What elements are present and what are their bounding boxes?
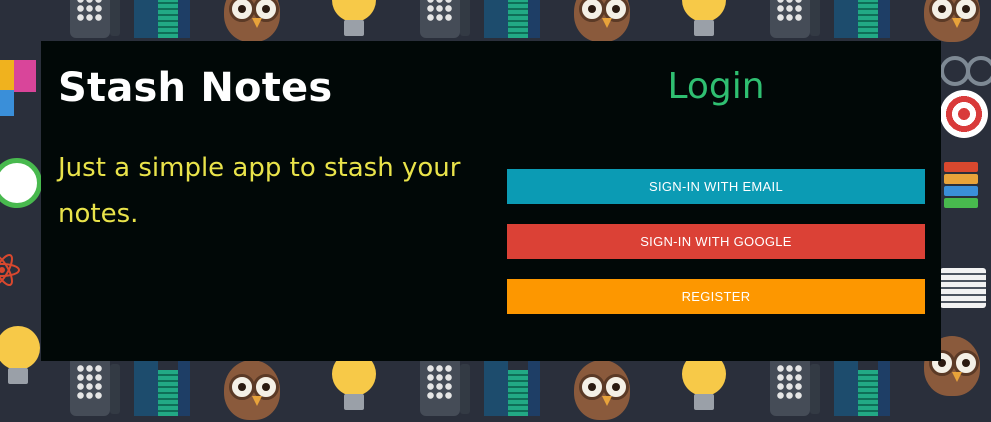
login-panel: Login Sign-in with Email Sign-in with Go… — [507, 63, 925, 314]
light-bulb-icon — [672, 352, 736, 416]
intro-panel: Stash Notes Just a simple app to stash y… — [58, 61, 488, 237]
phone-icon — [412, 0, 476, 42]
phone-icon — [412, 356, 476, 420]
sign-in-google-button[interactable]: Sign-in with Google — [507, 224, 925, 259]
owl-icon — [570, 0, 634, 44]
sign-in-email-button[interactable]: Sign-in with Email — [507, 169, 925, 204]
owl-icon — [220, 358, 284, 422]
city-icon — [128, 356, 192, 420]
login-card: Stash Notes Just a simple app to stash y… — [41, 41, 941, 361]
phone-icon — [762, 356, 826, 420]
city-icon — [478, 356, 542, 420]
register-button[interactable]: Register — [507, 279, 925, 314]
city-icon — [478, 0, 542, 42]
login-heading: Login — [667, 66, 765, 107]
phone-icon — [62, 0, 126, 42]
owl-icon — [920, 0, 984, 44]
target-icon — [936, 86, 991, 150]
owl-icon — [570, 358, 634, 422]
phone-icon — [62, 356, 126, 420]
light-bulb-icon — [672, 0, 736, 42]
app-tagline: Just a simple app to stash your notes. — [58, 153, 461, 229]
newspaper-icon — [936, 262, 991, 326]
city-icon — [828, 356, 892, 420]
owl-icon — [220, 0, 284, 44]
city-icon — [828, 0, 892, 42]
app-title: Stash Notes — [58, 65, 333, 111]
phone-icon — [762, 0, 826, 42]
city-icon — [128, 0, 192, 42]
books-icon — [940, 158, 991, 222]
light-bulb-icon — [322, 352, 386, 416]
light-bulb-icon — [322, 0, 386, 42]
